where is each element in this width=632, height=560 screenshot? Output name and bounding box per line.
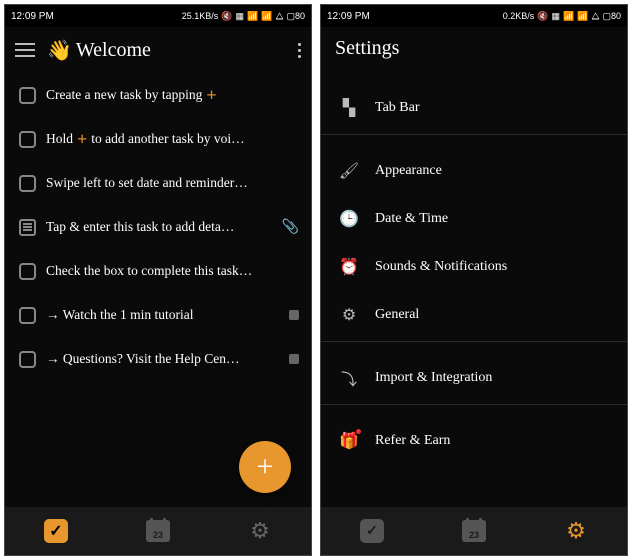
settings-item-sounds[interactable]: ⏰ Sounds & Notifications bbox=[321, 243, 627, 291]
divider bbox=[321, 341, 627, 342]
task-row[interactable]: Create a new task by tapping + bbox=[5, 73, 311, 117]
nav-settings[interactable]: ⚙ bbox=[247, 518, 273, 544]
mute-icon: 🔇 bbox=[221, 11, 232, 22]
checkbox-icon[interactable] bbox=[19, 87, 36, 104]
settings-label: Import & Integration bbox=[375, 370, 492, 386]
settings-label: Appearance bbox=[375, 163, 442, 179]
settings-label: Sounds & Notifications bbox=[375, 259, 507, 275]
status-net: 25.1KB/s bbox=[182, 11, 219, 21]
task-text: Create a new task by tapping + bbox=[46, 85, 299, 106]
checkbox-icon[interactable] bbox=[19, 131, 36, 148]
settings-item-tabbar[interactable]: ▚ Tab Bar bbox=[321, 84, 627, 132]
nav-settings[interactable]: ⚙ bbox=[563, 518, 589, 544]
grid-icon: ▚ bbox=[339, 98, 359, 118]
status-right: 25.1KB/s 🔇 ▦ 📶 📶 ⧋ ▢80 bbox=[182, 11, 305, 22]
alarm-icon: ⏰ bbox=[339, 257, 359, 277]
task-row[interactable]: Swipe left to set date and reminder… bbox=[5, 161, 311, 205]
attachment-icon: 📎 bbox=[282, 219, 299, 236]
nav-tasks[interactable]: ✓ bbox=[43, 518, 69, 544]
divider bbox=[321, 404, 627, 405]
menu-icon[interactable] bbox=[15, 43, 35, 57]
settings-item-appearance[interactable]: 🖌 Appearance bbox=[321, 147, 627, 195]
more-icon[interactable] bbox=[298, 43, 301, 58]
task-text: Hold + to add another task by voi… bbox=[46, 129, 299, 150]
task-text: → Questions? Visit the Help Cen… bbox=[46, 351, 279, 367]
settings-label: General bbox=[375, 307, 419, 323]
nav-tasks[interactable]: ✓ bbox=[359, 518, 385, 544]
page-title: 👋 Welcome bbox=[47, 38, 286, 63]
gift-icon: 🎁 bbox=[339, 431, 359, 451]
checkbox-icon[interactable] bbox=[19, 351, 36, 368]
note-badge-icon bbox=[289, 354, 299, 364]
battery-icon: ▢80 bbox=[286, 11, 305, 22]
settings-label: Refer & Earn bbox=[375, 433, 450, 449]
check-icon: ✓ bbox=[44, 519, 68, 543]
gear-icon: ⚙ bbox=[566, 518, 586, 544]
settings-item-general[interactable]: ⚙ General bbox=[321, 291, 627, 339]
calendar-icon: 23 bbox=[146, 520, 170, 542]
sim-icon: ▦ bbox=[551, 11, 560, 22]
task-row[interactable]: → Questions? Visit the Help Cen… bbox=[5, 337, 311, 381]
wave-icon: 👋 bbox=[47, 38, 72, 63]
plus-inline-icon: + bbox=[77, 129, 87, 150]
task-row[interactable]: → Watch the 1 min tutorial bbox=[5, 293, 311, 337]
settings-label: Tab Bar bbox=[375, 100, 420, 116]
gear-icon: ⚙ bbox=[339, 305, 359, 325]
phone-left: 12:09 PM 25.1KB/s 🔇 ▦ 📶 📶 ⧋ ▢80 👋 Welcom… bbox=[4, 4, 312, 556]
notes-icon[interactable] bbox=[19, 219, 36, 236]
task-text: Tap & enter this task to add deta… bbox=[46, 219, 272, 235]
wifi-icon: ⧋ bbox=[275, 11, 283, 22]
bottom-nav: ✓ 23 ⚙ bbox=[321, 507, 627, 555]
task-text: → Watch the 1 min tutorial bbox=[46, 307, 279, 323]
phone-right: 12:09 PM 0.2KB/s 🔇 ▦ 📶 📶 ⧋ ▢80 Settings … bbox=[320, 4, 628, 556]
settings-item-import[interactable]: ⤵ Import & Integration bbox=[321, 354, 627, 402]
mute-icon: 🔇 bbox=[537, 11, 548, 22]
checkbox-icon[interactable] bbox=[19, 175, 36, 192]
task-text: Swipe left to set date and reminder… bbox=[46, 175, 299, 191]
note-badge-icon bbox=[289, 310, 299, 320]
status-right: 0.2KB/s 🔇 ▦ 📶 📶 ⧋ ▢80 bbox=[503, 11, 621, 22]
settings-item-datetime[interactable]: 🕒 Date & Time bbox=[321, 195, 627, 243]
signal-icon: 📶 bbox=[577, 11, 588, 22]
status-time: 12:09 PM bbox=[327, 11, 370, 22]
settings-label: Date & Time bbox=[375, 211, 448, 227]
divider bbox=[321, 134, 627, 135]
settings-list: ▚ Tab Bar 🖌 Appearance 🕒 Date & Time ⏰ S… bbox=[321, 66, 627, 507]
bottom-nav: ✓ 23 ⚙ bbox=[5, 507, 311, 555]
settings-item-refer[interactable]: 🎁 Refer & Earn bbox=[321, 417, 627, 465]
status-bar: 12:09 PM 0.2KB/s 🔇 ▦ 📶 📶 ⧋ ▢80 bbox=[321, 5, 627, 27]
signal-icon: 📶 bbox=[247, 11, 258, 22]
status-bar: 12:09 PM 25.1KB/s 🔇 ▦ 📶 📶 ⧋ ▢80 bbox=[5, 5, 311, 27]
signal-icon: 📶 bbox=[563, 11, 574, 22]
add-task-fab[interactable]: + bbox=[239, 441, 291, 493]
paint-icon: 🖌 bbox=[339, 161, 359, 181]
task-row[interactable]: Tap & enter this task to add deta… 📎 bbox=[5, 205, 311, 249]
nav-calendar[interactable]: 23 bbox=[461, 518, 487, 544]
clock-icon: 🕒 bbox=[339, 209, 359, 229]
wifi-icon: ⧋ bbox=[591, 11, 599, 22]
title-text: Welcome bbox=[76, 39, 151, 62]
settings-title: Settings bbox=[321, 27, 627, 66]
gear-icon: ⚙ bbox=[250, 518, 270, 544]
task-row[interactable]: Check the box to complete this task… bbox=[5, 249, 311, 293]
app-header: 👋 Welcome bbox=[5, 27, 311, 73]
check-icon: ✓ bbox=[360, 519, 384, 543]
task-text: Check the box to complete this task… bbox=[46, 263, 299, 279]
import-icon: ⤵ bbox=[339, 368, 359, 388]
task-row[interactable]: Hold + to add another task by voi… bbox=[5, 117, 311, 161]
status-net: 0.2KB/s bbox=[503, 11, 535, 21]
checkbox-icon[interactable] bbox=[19, 263, 36, 280]
plus-inline-icon: + bbox=[206, 85, 216, 106]
battery-icon: ▢80 bbox=[602, 11, 621, 22]
calendar-icon: 23 bbox=[462, 520, 486, 542]
signal-icon: 📶 bbox=[261, 11, 272, 22]
status-time: 12:09 PM bbox=[11, 11, 54, 22]
nav-calendar[interactable]: 23 bbox=[145, 518, 171, 544]
sim-icon: ▦ bbox=[235, 11, 244, 22]
checkbox-icon[interactable] bbox=[19, 307, 36, 324]
